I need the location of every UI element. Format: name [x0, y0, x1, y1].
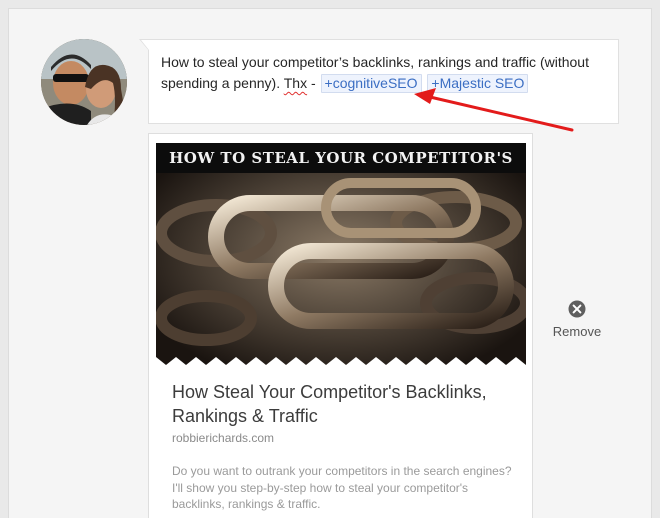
link-preview-body: How Steal Your Competitor's Backlinks, R… — [172, 380, 512, 513]
link-preview-image: HOW TO STEAL YOUR COMPETITOR'S — [156, 143, 526, 365]
mention-cognitiveseo[interactable]: +cognitiveSEO — [320, 74, 422, 93]
link-preview-card[interactable]: HOW TO STEAL YOUR COMPETITOR'S How Steal… — [148, 133, 533, 518]
link-domain: robbierichards.com — [172, 431, 275, 445]
separator: - — [307, 75, 320, 91]
post-text-box[interactable]: How to steal your competitor’s backlinks… — [139, 39, 619, 124]
post-text: How to steal your competitor’s backlinks… — [161, 52, 606, 94]
remove-link-button[interactable]: Remove — [545, 300, 609, 339]
link-title[interactable]: How Steal Your Competitor's Backlinks, R… — [172, 380, 512, 428]
image-banner-text: HOW TO STEAL YOUR COMPETITOR'S — [156, 143, 526, 173]
mention-majestic-seo[interactable]: +Majestic SEO — [427, 74, 529, 93]
close-circle-icon — [568, 300, 586, 318]
thx-word: Thx — [283, 75, 308, 91]
remove-label: Remove — [552, 324, 602, 339]
post-text-line2: spending a penny). — [161, 75, 284, 91]
link-description: Do you want to outrank your competitors … — [172, 464, 512, 511]
user-avatar — [41, 39, 127, 125]
post-text-line1: How to steal your competitor’s backlinks… — [161, 54, 589, 70]
